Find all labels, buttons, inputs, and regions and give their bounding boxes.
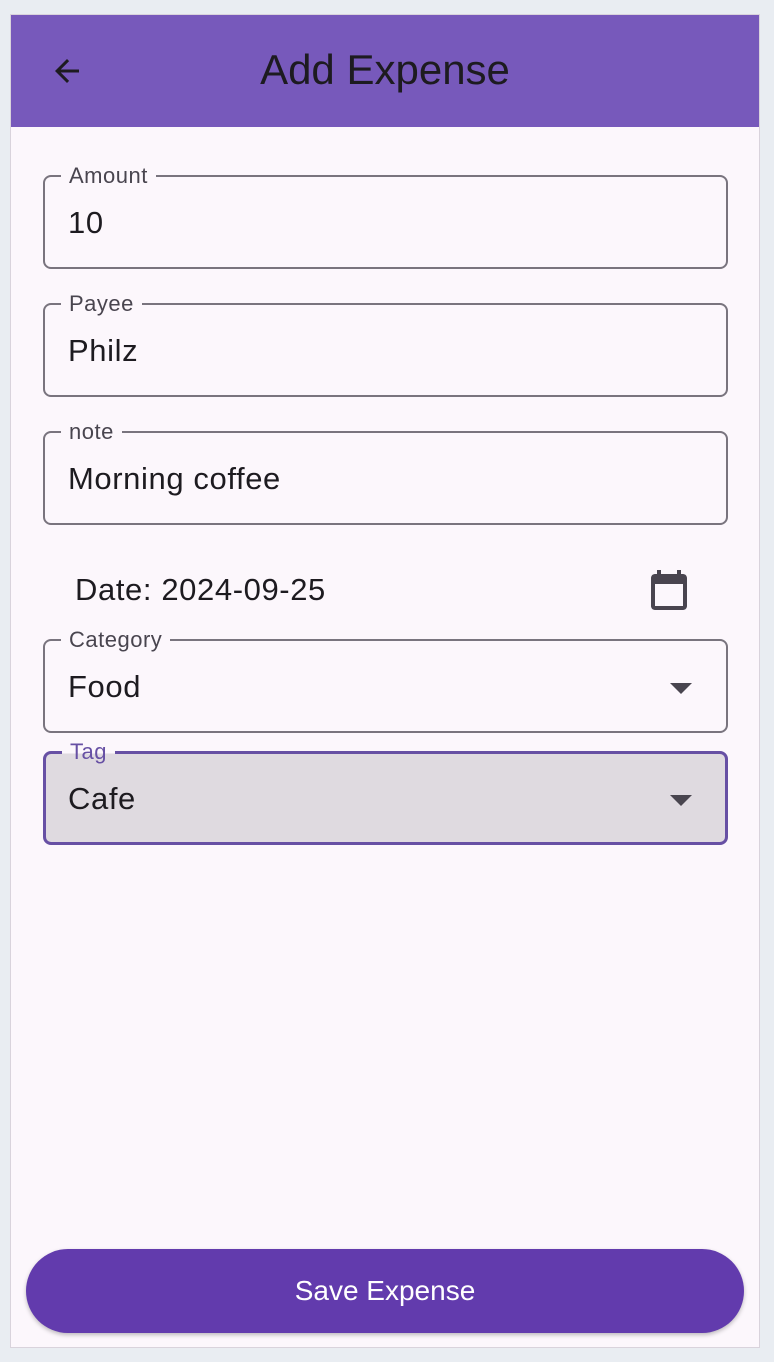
category-value: Food (68, 669, 142, 704)
date-row: Date: 2024-09-25 (75, 560, 695, 620)
amount-value: 10 (68, 205, 104, 240)
note-field[interactable]: note Morning coffee (43, 419, 728, 525)
payee-field[interactable]: Payee Philz (43, 291, 728, 397)
back-button[interactable] (39, 43, 95, 99)
date-value: 2024-09-25 (161, 572, 326, 607)
tag-value: Cafe (68, 781, 136, 816)
add-expense-screen: Add Expense Amount 10 Payee Philz note M… (10, 14, 760, 1348)
save-expense-button[interactable]: Save Expense (26, 1249, 744, 1333)
app-bar: Add Expense (11, 15, 759, 127)
amount-field[interactable]: Amount 10 (43, 163, 728, 269)
arrow-back-icon (55, 59, 79, 83)
note-value: Morning coffee (68, 461, 281, 496)
calendar-icon (651, 570, 687, 610)
date-text: Date: 2024-09-25 (75, 560, 326, 620)
category-dropdown[interactable]: Category Food (43, 627, 728, 733)
dropdown-arrow-icon (670, 683, 692, 694)
tag-dropdown[interactable]: Tag Cafe (43, 739, 728, 845)
page-title: Add Expense (260, 46, 510, 93)
calendar-button[interactable] (643, 564, 695, 616)
date-prefix: Date: (75, 572, 153, 607)
dropdown-arrow-icon (670, 795, 692, 806)
payee-value: Philz (68, 333, 139, 368)
